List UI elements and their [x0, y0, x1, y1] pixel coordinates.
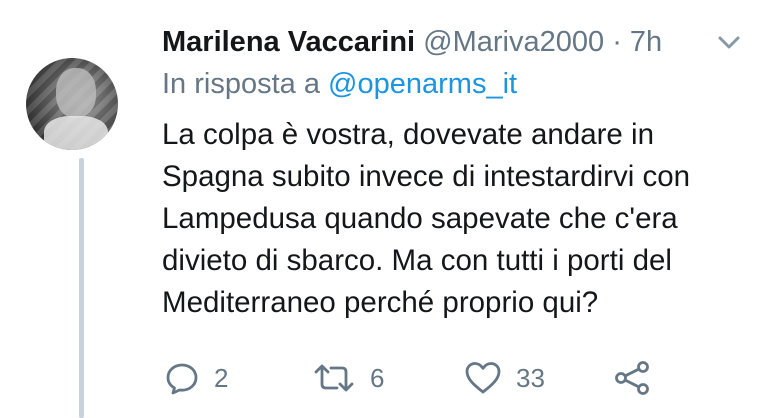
avatar-face — [56, 68, 96, 118]
retweet-icon — [312, 360, 356, 396]
tweet-text-line: Lampedusa quando sapevate che c'era — [162, 202, 678, 235]
like-icon — [464, 360, 502, 396]
like-button[interactable]: 33 — [464, 358, 545, 398]
chevron-down-icon[interactable] — [716, 34, 742, 52]
tweet-text-line: Mediterraneo perché proprio qui? — [162, 286, 599, 319]
reply-to-handle[interactable]: @openarms_it — [328, 68, 517, 100]
tweet-header: Marilena Vaccarini @Mariva2000 · 7h — [162, 24, 662, 60]
avatar-body — [44, 116, 108, 150]
author-name[interactable]: Marilena Vaccarini — [162, 26, 415, 58]
time-separator: · — [612, 26, 622, 58]
reply-context: In risposta a @openarms_it — [162, 66, 517, 102]
tweet-actions: 2 6 33 — [164, 358, 664, 398]
share-icon — [612, 360, 652, 396]
tweet-text-line: divieto di sbarco. Ma con tutti i porti … — [162, 244, 672, 277]
retweet-count: 6 — [370, 362, 385, 393]
reply-prefix: In risposta a — [162, 68, 320, 100]
author-handle[interactable]: @Mariva2000 — [423, 26, 604, 58]
reply-button[interactable]: 2 — [164, 358, 228, 398]
retweet-button[interactable]: 6 — [312, 358, 384, 398]
tweet-text-line: La colpa è vostra, dovevate andare in — [162, 118, 654, 151]
tweet-text: La colpa è vostra, dovevate andare in Sp… — [162, 114, 752, 324]
share-button[interactable] — [612, 358, 652, 398]
reply-icon — [164, 360, 200, 396]
reply-count: 2 — [214, 362, 229, 393]
like-count: 33 — [516, 362, 545, 393]
avatar[interactable] — [26, 58, 118, 150]
thread-line — [79, 158, 84, 418]
tweet-text-line: Spagna subito invece di intestardirvi co… — [162, 160, 691, 193]
tweet-time[interactable]: 7h — [630, 26, 662, 58]
